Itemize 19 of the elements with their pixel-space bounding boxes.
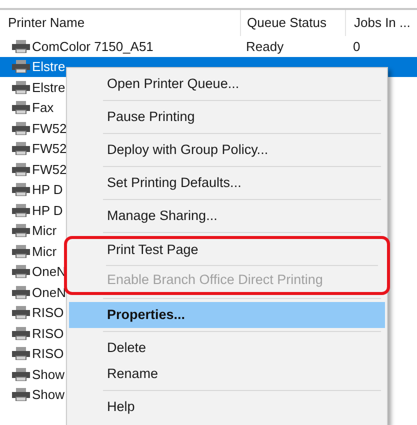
printer-name: RISO [32,304,64,322]
printer-name: RISO [32,324,64,342]
printer-name: HP D [32,181,63,199]
printer-name: Micr [32,242,57,260]
printer-name: FW52 [32,140,67,158]
printer-name: Elstre [32,78,66,96]
printer-name: Show [32,386,65,404]
printer-name: ComColor 7150_A51 [32,38,154,56]
printer-name: Fax [32,99,54,117]
printer-name: OneN [32,284,66,302]
printer-name: FW52 [32,120,67,138]
jobs-count: 0 [353,38,360,54]
printer-name: RISO [32,345,64,363]
printer-name: HP D [32,202,63,220]
printer-name: Show [32,366,65,384]
printer-name: Micr [32,222,57,240]
queue-status: Ready [246,38,284,54]
printer-name: Elstre [32,58,66,76]
printer-name: FW52 [32,160,67,178]
